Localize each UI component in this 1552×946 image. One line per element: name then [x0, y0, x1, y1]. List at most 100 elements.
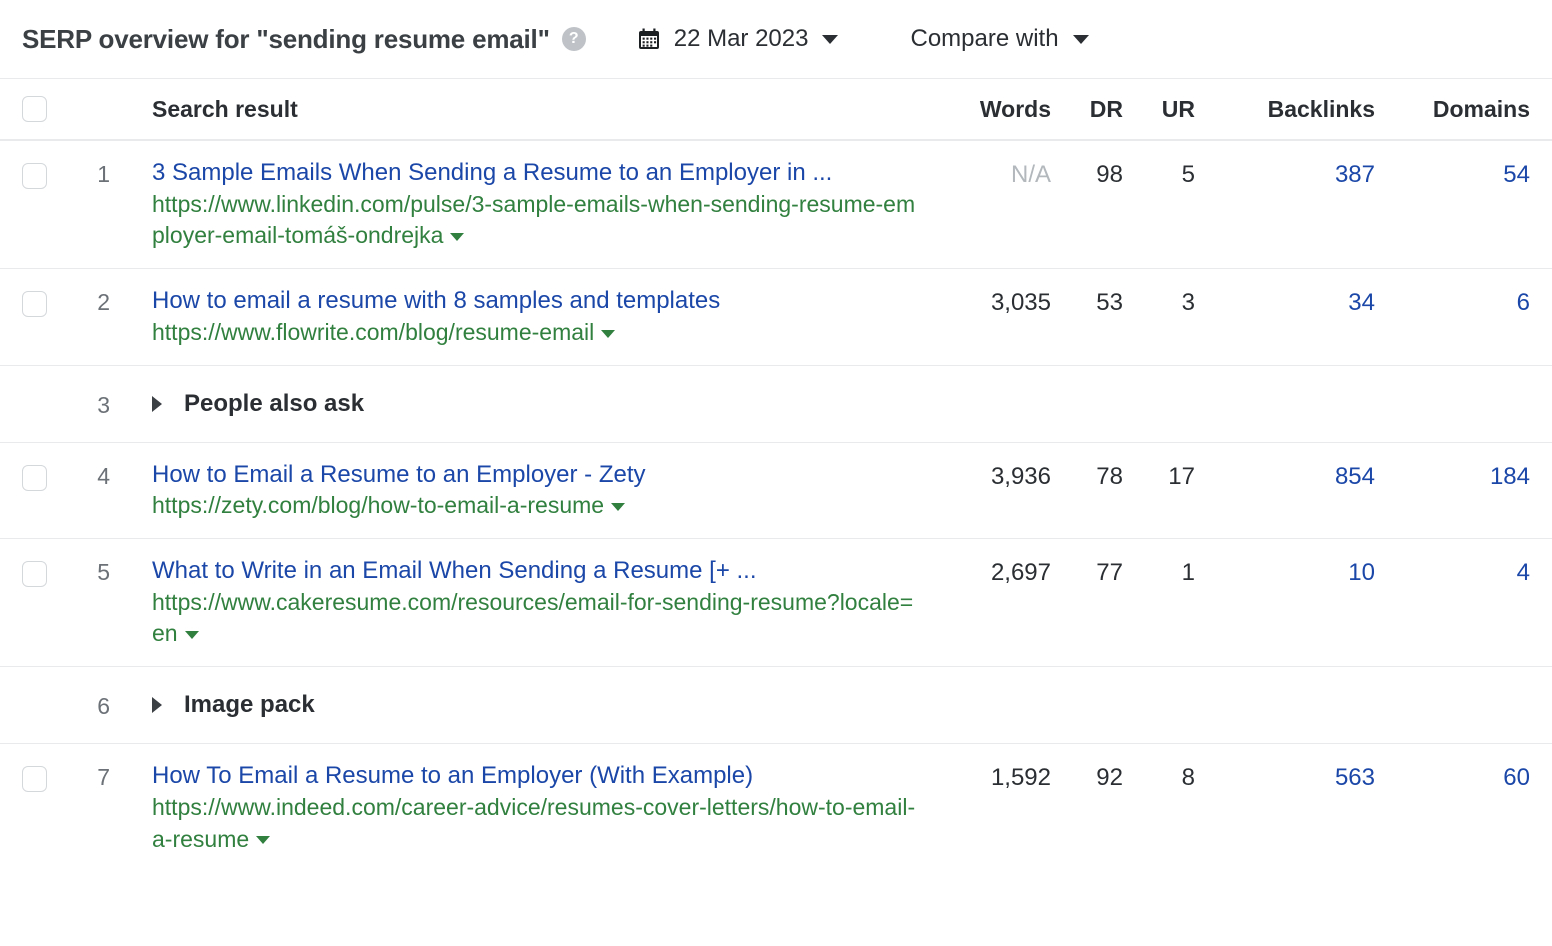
row-domains: [1375, 366, 1530, 386]
row-domains: 184: [1375, 443, 1530, 491]
row-select-checkbox[interactable]: [22, 766, 47, 792]
column-header-backlinks[interactable]: Backlinks: [1195, 96, 1375, 123]
row-select-checkbox[interactable]: [22, 291, 47, 317]
search-result-cell: 3 Sample Emails When Sending a Resume to…: [114, 141, 919, 268]
backlinks-link[interactable]: 10: [1348, 559, 1375, 586]
compare-with-dropdown[interactable]: Compare with: [910, 25, 1088, 53]
row-words: N/A: [919, 141, 1051, 189]
row-rank: 7: [68, 744, 114, 791]
url-dropdown-caret-icon[interactable]: [611, 503, 625, 511]
row-domains: 54: [1375, 141, 1530, 189]
row-words: 1,592: [919, 744, 1051, 792]
row-ur: 1: [1123, 539, 1195, 587]
row-rank: 3: [68, 366, 114, 419]
row-rank: 1: [68, 141, 114, 188]
row-select-checkbox[interactable]: [22, 163, 47, 189]
row-rank: 2: [68, 269, 114, 316]
expand-triangle-icon[interactable]: [152, 396, 162, 412]
row-dr: 98: [1051, 141, 1123, 189]
row-dr: 53: [1051, 269, 1123, 317]
row-select-checkbox[interactable]: [22, 561, 47, 587]
row-dr: 92: [1051, 744, 1123, 792]
row-checkbox-cell: [22, 141, 68, 189]
url-dropdown-caret-icon[interactable]: [256, 836, 270, 844]
row-rank: 4: [68, 443, 114, 490]
row-backlinks: 563: [1195, 744, 1375, 792]
page-title: SERP overview for "sending resume email": [22, 24, 550, 55]
row-domains: 6: [1375, 269, 1530, 317]
row-dr: [1051, 366, 1123, 386]
row-backlinks: [1195, 366, 1375, 386]
domains-link[interactable]: 4: [1517, 559, 1530, 586]
row-domains: 60: [1375, 744, 1530, 792]
table-row: 3 People also ask: [0, 365, 1552, 442]
serp-results-table: Search result Words DR UR Backlinks Doma…: [0, 78, 1552, 871]
row-words: [919, 667, 1051, 687]
result-title-link[interactable]: How To Email a Resume to an Employer (Wi…: [152, 760, 919, 792]
serp-feature[interactable]: People also ask: [114, 366, 919, 442]
result-title-link[interactable]: 3 Sample Emails When Sending a Resume to…: [152, 157, 919, 189]
result-title-link[interactable]: How to Email a Resume to an Employer - Z…: [152, 459, 919, 491]
table-row: 2 How to email a resume with 8 samples an…: [0, 268, 1552, 364]
result-url-link[interactable]: https://www.flowrite.com/blog/resume-ema…: [152, 319, 615, 345]
row-words: 3,035: [919, 269, 1051, 317]
backlinks-link[interactable]: 34: [1348, 289, 1375, 316]
result-url-link[interactable]: https://www.linkedin.com/pulse/3-sample-…: [152, 191, 915, 249]
row-ur: 5: [1123, 141, 1195, 189]
date-picker[interactable]: 22 Mar 2023: [638, 25, 839, 53]
row-dr: [1051, 667, 1123, 687]
table-row: 6Image pack: [0, 666, 1552, 743]
select-all-cell: [22, 96, 68, 122]
domains-link[interactable]: 54: [1503, 161, 1530, 188]
backlinks-link[interactable]: 387: [1335, 161, 1375, 188]
url-dropdown-caret-icon[interactable]: [450, 233, 464, 241]
row-words: 2,697: [919, 539, 1051, 587]
row-checkbox-cell: [22, 539, 68, 587]
expand-triangle-icon[interactable]: [152, 697, 162, 713]
column-header-ur[interactable]: UR: [1123, 96, 1195, 123]
row-rank: 5: [68, 539, 114, 586]
calendar-icon: [638, 28, 660, 50]
column-header-search-result: Search result: [152, 96, 298, 122]
serp-feature[interactable]: Image pack: [114, 667, 919, 743]
search-result-cell: How to email a resume with 8 samples and…: [114, 269, 919, 364]
table-row: 1 3 Sample Emails When Sending a Resume t…: [0, 140, 1552, 268]
compare-with-label: Compare with: [910, 25, 1058, 53]
row-ur: [1123, 366, 1195, 386]
backlinks-link[interactable]: 563: [1335, 764, 1375, 791]
row-dr: 77: [1051, 539, 1123, 587]
chevron-down-icon[interactable]: [822, 35, 838, 44]
serp-feature-label: People also ask: [184, 390, 364, 418]
search-result-cell: How to Email a Resume to an Employer - Z…: [114, 443, 919, 538]
row-dr: 78: [1051, 443, 1123, 491]
result-title-link[interactable]: How to email a resume with 8 samples and…: [152, 285, 919, 317]
help-icon[interactable]: ?: [562, 27, 586, 51]
column-header-domains[interactable]: Domains: [1375, 96, 1530, 123]
row-select-checkbox[interactable]: [22, 465, 47, 491]
url-dropdown-caret-icon[interactable]: [601, 330, 615, 338]
selected-date: 22 Mar 2023: [674, 25, 809, 53]
select-all-checkbox[interactable]: [22, 96, 47, 122]
table-row: 5 What to Write in an Email When Sending …: [0, 538, 1552, 666]
row-backlinks: 34: [1195, 269, 1375, 317]
url-dropdown-caret-icon[interactable]: [185, 631, 199, 639]
row-backlinks: 854: [1195, 443, 1375, 491]
row-checkbox-cell: [22, 269, 68, 317]
backlinks-link[interactable]: 854: [1335, 463, 1375, 490]
table-body: 1 3 Sample Emails When Sending a Resume t…: [0, 140, 1552, 871]
chevron-down-icon[interactable]: [1073, 35, 1089, 44]
row-checkbox-cell: [22, 366, 68, 388]
row-ur: 8: [1123, 744, 1195, 792]
result-title-link[interactable]: What to Write in an Email When Sending a…: [152, 555, 919, 587]
serp-overview-header: SERP overview for "sending resume email"…: [0, 0, 1552, 78]
result-url-link[interactable]: https://www.indeed.com/career-advice/res…: [152, 794, 915, 852]
domains-link[interactable]: 184: [1490, 463, 1530, 490]
row-backlinks: [1195, 667, 1375, 687]
result-url-link[interactable]: https://zety.com/blog/how-to-email-a-res…: [152, 492, 625, 518]
column-header-words[interactable]: Words: [919, 96, 1051, 123]
column-header-dr[interactable]: DR: [1051, 96, 1123, 123]
domains-link[interactable]: 60: [1503, 764, 1530, 791]
domains-link[interactable]: 6: [1517, 289, 1530, 316]
result-url-link[interactable]: https://www.cakeresume.com/resources/ema…: [152, 589, 913, 647]
table-row: 4 How to Email a Resume to an Employer - …: [0, 442, 1552, 538]
